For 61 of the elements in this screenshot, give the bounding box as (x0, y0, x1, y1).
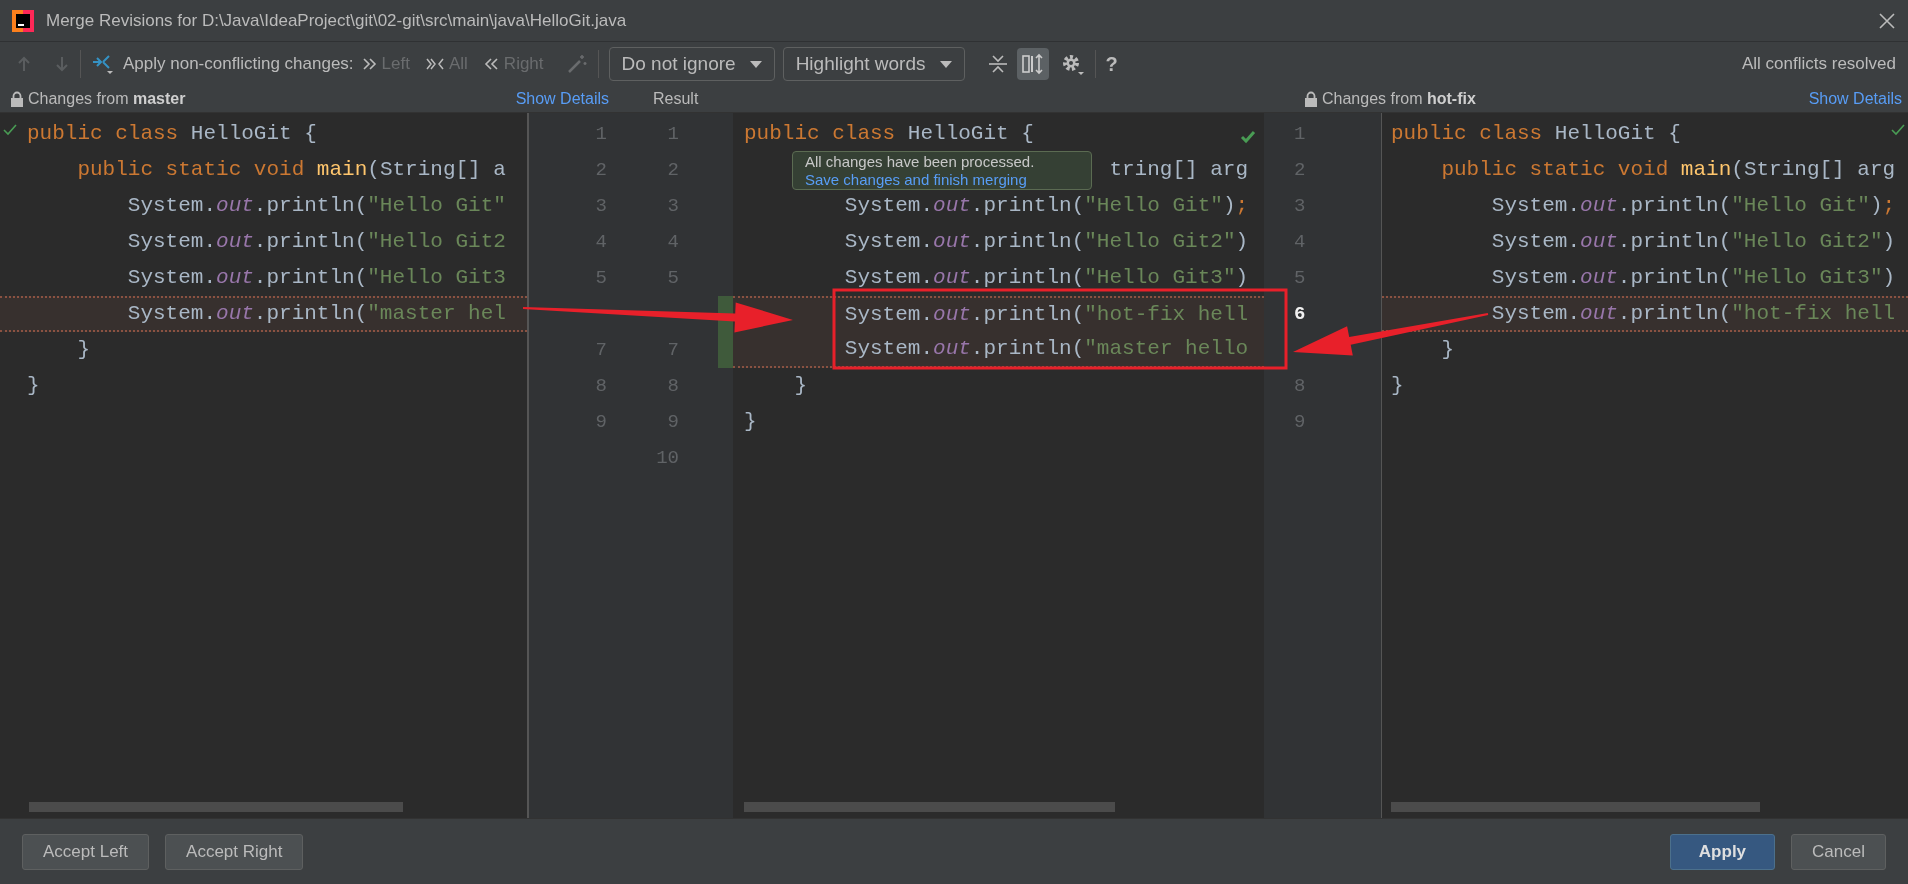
code-line: System.out.println("Hello Git"); (1490, 193, 1896, 220)
double-chevron-right-icon (361, 56, 377, 72)
settings-icon[interactable] (1060, 53, 1085, 75)
scrollbar-thumb[interactable] (1391, 802, 1760, 812)
code-line: } (793, 373, 807, 400)
show-details-link[interactable]: Show Details (515, 87, 609, 111)
app-icon (12, 9, 34, 32)
code-line: public class HelloGit { (1391, 121, 1681, 148)
window-title: Merge Revisions for D:\Java\IdeaProject\git\02-git\src\main\java\HelloGit.java (46, 9, 627, 32)
code-line: tring[] arg (1109, 157, 1248, 184)
scrollbar-thumb[interactable] (29, 802, 403, 812)
code-line: public class HelloGit { (27, 121, 317, 148)
dropdown[interactable]: Do not ignore (608, 47, 775, 81)
scrollbar-thumb[interactable] (744, 802, 1115, 812)
lock-icon (1304, 91, 1318, 107)
code-line: } (76, 337, 90, 364)
collapse-icon[interactable] (986, 54, 1009, 74)
double-chevron-left-icon (483, 56, 499, 72)
code-line: System.out.println("Hello Git"); (843, 193, 1249, 220)
code-line: } (27, 373, 40, 400)
dialog-button[interactable]: Accept Left (22, 833, 150, 870)
line-number: 6 (1294, 301, 1306, 327)
code-line: System.out.println("hot-fix hell (1490, 301, 1896, 328)
code-line: } (744, 409, 757, 436)
sync-scroll-toggle[interactable] (1016, 48, 1049, 80)
code-line: System.out.println("hot-fix hell (843, 302, 1249, 329)
code-line: System.out.println("Hello Git2") (1490, 229, 1896, 256)
notification-message: All changes have been processed. (805, 153, 1036, 171)
code-line: System.out.println("Hello Git3") (843, 265, 1249, 292)
close-icon[interactable] (1878, 11, 1896, 30)
dialog-button[interactable]: Accept Right (165, 833, 304, 870)
code-line: public static void main(String[] arg (1440, 157, 1896, 184)
code-line: } (1440, 337, 1454, 364)
dropdown[interactable]: Highlight words (782, 47, 965, 81)
code-line: } (1391, 373, 1404, 400)
caret-icon (749, 60, 762, 68)
dialog-button[interactable]: Cancel (1791, 833, 1886, 870)
apply-label: Apply non-conflicting changes: (123, 53, 354, 76)
sync-scroll-icon (1021, 53, 1044, 75)
code-line: public static void main(String[] a (76, 157, 506, 184)
code-line: System.out.println("Hello Git2") (843, 229, 1249, 256)
merge-icon[interactable] (91, 53, 115, 75)
change-marker (718, 332, 733, 368)
code-line: System.out.println("Hello Git3 (126, 265, 506, 292)
pane-title: Changes from hot-fix (1322, 89, 1476, 109)
code-line: public class HelloGit { (744, 121, 1034, 148)
pane-title: Changes from master (28, 89, 186, 109)
help-button[interactable]: ? (1105, 49, 1118, 79)
pane-title: Result (653, 90, 699, 107)
code-line: System.out.println("master hello (843, 336, 1249, 363)
status-text: All conflicts resolved (1742, 53, 1896, 76)
code-line: System.out.println("master hel (126, 301, 506, 328)
code-line: System.out.println("Hello Git3") (1490, 265, 1896, 292)
apply-button[interactable]: Apply (1669, 833, 1776, 870)
code-line: System.out.println("Hello Git" (126, 193, 506, 220)
code-line: System.out.println("Hello Git2 (126, 229, 506, 256)
finish-merging-link[interactable]: Save changes and finish merging (805, 170, 1079, 188)
lock-icon (10, 91, 24, 107)
show-details-link[interactable]: Show Details (1808, 87, 1902, 111)
merge-chevrons-icon (425, 56, 444, 72)
caret-icon (939, 60, 952, 68)
